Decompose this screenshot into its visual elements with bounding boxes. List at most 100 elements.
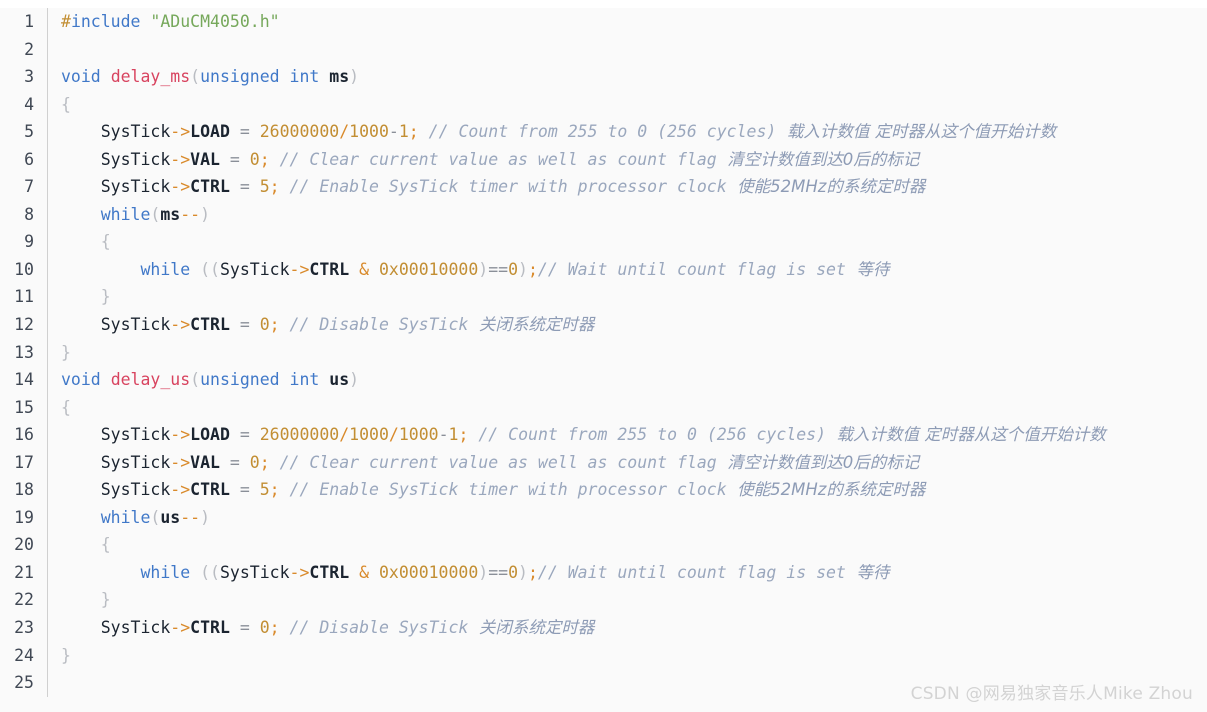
code-token: 1000 (349, 122, 389, 142)
code-line-text[interactable]: SysTick->CTRL = 0; // Disable SysTick 关闭… (48, 614, 1207, 642)
code-line-text[interactable]: { (48, 228, 1207, 256)
code-line-text[interactable]: } (48, 283, 1207, 311)
code-token: ) (349, 67, 360, 87)
code-line[interactable]: 17 SysTick->VAL = 0; // Clear current va… (0, 448, 1207, 477)
code-token: 载入计数值 定时器从这个值开始计数 (826, 425, 1106, 445)
code-token: ( (150, 204, 161, 224)
code-token: (( (200, 562, 220, 582)
code-line[interactable]: 11 } (0, 283, 1207, 312)
code-line[interactable]: 12 SysTick->CTRL = 0; // Disable SysTick… (0, 311, 1207, 339)
code-token: -> (170, 315, 191, 335)
code-line[interactable]: 9 { (0, 228, 1207, 256)
code-line-text[interactable]: void delay_us(unsigned int us) (48, 366, 1207, 394)
code-line[interactable]: 24} (0, 641, 1207, 670)
code-line[interactable]: 10 while ((SysTick->CTRL & 0x00010000)==… (0, 255, 1207, 284)
code-token: } (100, 590, 111, 610)
code-token: { (61, 94, 71, 114)
code-token: 等待 (845, 259, 890, 279)
code-line-text[interactable]: SysTick->LOAD = 26000000/1000/1000-1; //… (48, 421, 1207, 449)
code-token: ( (190, 370, 201, 390)
code-line-text[interactable]: } (48, 642, 1207, 670)
line-number: 2 (24, 39, 34, 59)
code-line[interactable]: 23 SysTick->CTRL = 0; // Disable SysTick… (0, 614, 1207, 642)
code-line-text[interactable]: { (48, 531, 1207, 559)
code-line[interactable]: 2 (0, 35, 1207, 64)
code-token: ; (527, 259, 538, 279)
code-line-text[interactable]: { (48, 394, 1207, 422)
line-number: 14 (14, 370, 34, 390)
code-token: while (100, 507, 151, 527)
code-line[interactable]: 22 } (0, 586, 1207, 615)
code-line[interactable]: 20 { (0, 531, 1207, 559)
code-token: (( (200, 259, 220, 279)
code-token: // Enable SysTick timer with processor c… (289, 480, 727, 500)
code-token: { (61, 397, 71, 417)
code-line-text[interactable]: while ((SysTick->CTRL & 0x00010000)==0);… (48, 256, 1207, 284)
code-line-text[interactable] (48, 36, 1207, 64)
code-token: 0 (259, 315, 270, 335)
code-line[interactable]: 13} (0, 338, 1207, 367)
code-lines-container[interactable]: 1 #include "ADuCM4050.h" 2 3 void delay_ms(… (0, 8, 1207, 697)
code-token: SysTick (219, 562, 290, 582)
code-line[interactable]: 7 SysTick->CTRL = 5; // Enable SysTick t… (0, 173, 1207, 201)
code-line[interactable]: 8 while(ms--) (0, 200, 1207, 229)
code-token: "ADuCM4050.h" (150, 12, 280, 31)
code-line[interactable]: 6 SysTick->VAL = 0; // Clear current val… (0, 145, 1207, 174)
code-token: -- (180, 204, 201, 224)
code-line[interactable]: 21 while ((SysTick->CTRL & 0x00010000)==… (0, 558, 1207, 587)
code-token: ( (190, 67, 201, 87)
code-line[interactable]: 14 void delay_us(unsigned int us) (0, 366, 1207, 394)
code-line[interactable]: 15 { (0, 393, 1207, 422)
code-token: 1 (448, 425, 459, 445)
code-line-text[interactable]: SysTick->VAL = 0; // Clear current value… (48, 146, 1207, 174)
code-line[interactable]: 16 SysTick->LOAD = 26000000/1000/1000-1;… (0, 421, 1207, 449)
code-token: { (100, 535, 111, 555)
code-token: CTRL (190, 315, 230, 335)
code-token: 0 (259, 618, 270, 638)
code-token: } (61, 645, 71, 665)
code-token: VAL (190, 149, 220, 169)
code-line-text[interactable]: void delay_ms(unsigned int ms) (48, 63, 1207, 91)
code-line-text[interactable]: } (48, 586, 1207, 614)
code-line-text[interactable]: SysTick->CTRL = 5; // Enable SysTick tim… (48, 173, 1207, 201)
code-line-text[interactable]: { (48, 91, 1207, 119)
code-token: 关闭系统定时器 (468, 315, 595, 335)
code-line[interactable]: 19 while(us--) (0, 503, 1207, 532)
code-token: // Count from 255 to 0 (256 cycles) (478, 425, 827, 445)
code-token: // Wait until count flag is set (537, 259, 846, 279)
code-line-text[interactable]: while ((SysTick->CTRL & 0x00010000)==0);… (48, 559, 1207, 587)
code-token: = (239, 425, 250, 445)
line-number: 24 (14, 645, 34, 665)
code-line[interactable]: 5 SysTick->LOAD = 26000000/1000-1; // Co… (0, 118, 1207, 146)
line-number: 19 (14, 507, 34, 527)
code-line[interactable]: 4{ (0, 90, 1207, 119)
code-line[interactable]: 3 void delay_ms(unsigned int ms) (0, 63, 1207, 91)
code-line-text[interactable]: SysTick->CTRL = 5; // Enable SysTick tim… (48, 476, 1207, 504)
code-line-text[interactable]: while(ms--) (48, 201, 1207, 229)
code-line-text[interactable]: SysTick->VAL = 0; // Clear current value… (48, 449, 1207, 477)
code-line[interactable]: 1 #include "ADuCM4050.h" (0, 8, 1207, 36)
code-token: ; (527, 562, 538, 582)
code-line-text[interactable]: SysTick->LOAD = 26000000/1000-1; // Coun… (48, 118, 1207, 146)
code-token: 0 (508, 259, 519, 279)
code-line[interactable]: 18 SysTick->CTRL = 5; // Enable SysTick … (0, 476, 1207, 504)
code-line-text[interactable]: while(us--) (48, 504, 1207, 532)
code-line-text[interactable]: } (48, 339, 1207, 367)
line-number: 4 (24, 94, 34, 114)
code-line-text[interactable]: SysTick->CTRL = 0; // Disable SysTick 关闭… (48, 311, 1207, 339)
code-line-text[interactable]: #include "ADuCM4050.h" (48, 8, 1207, 36)
